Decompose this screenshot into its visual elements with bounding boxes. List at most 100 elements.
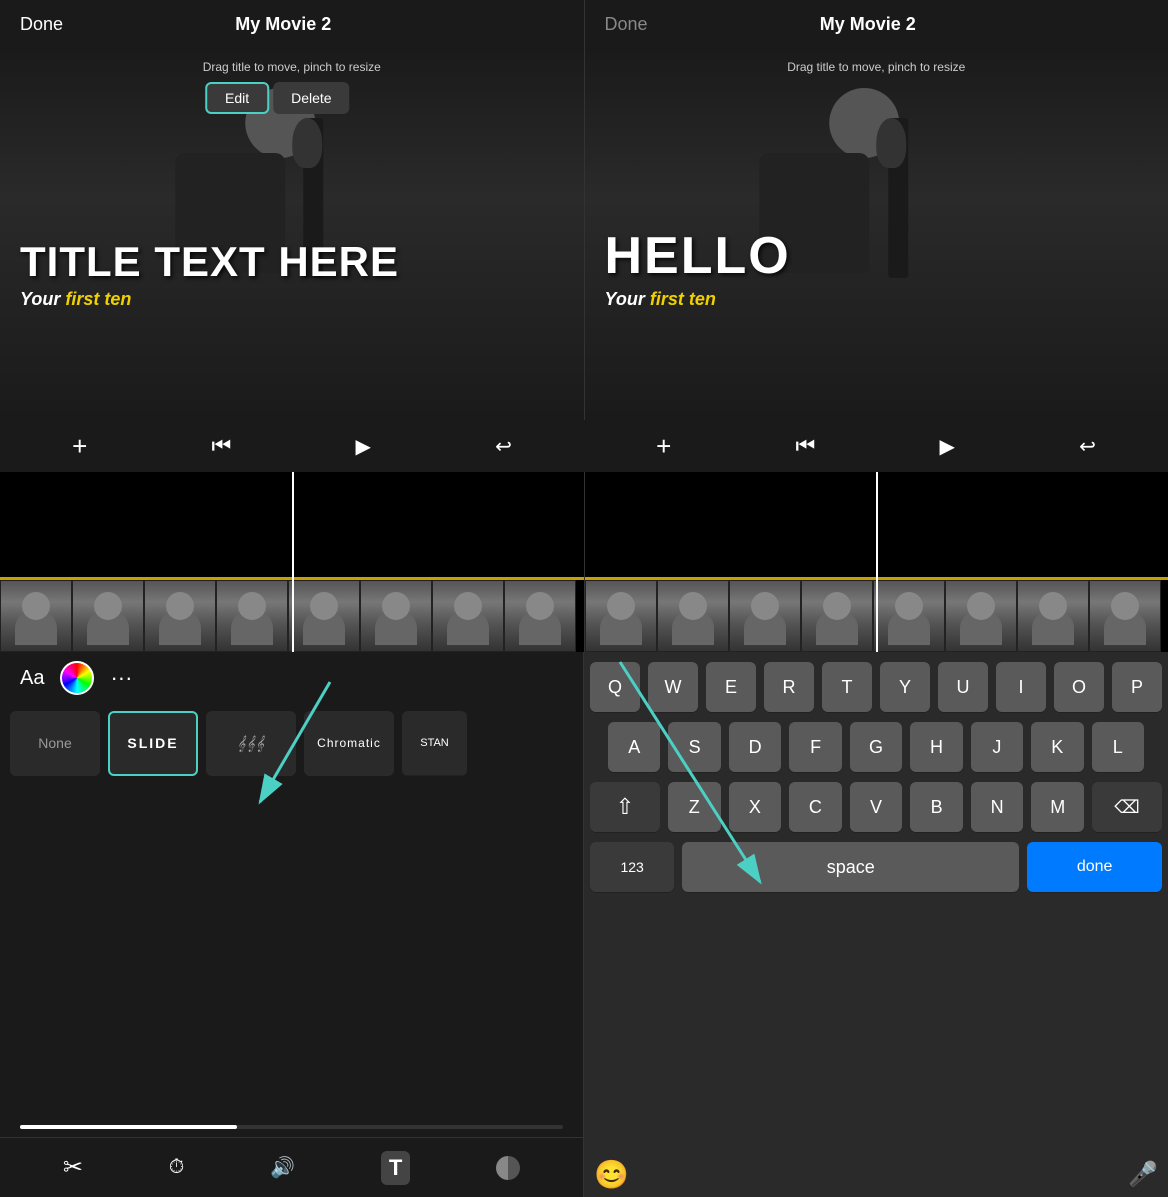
key-B[interactable]: B <box>910 782 963 832</box>
bottom-toolbar: ✂ ⏱ 🔊 T <box>0 1137 583 1197</box>
preset-slide-label: SLIDE <box>127 735 178 751</box>
done-key[interactable]: done <box>1027 842 1162 892</box>
preset-slide[interactable]: SLIDE <box>108 711 198 776</box>
keyboard-bottom-row: 😊 🎤 <box>584 1152 1168 1197</box>
right-video-panel: Done My Movie 2 Drag title to move, pinc… <box>585 0 1168 420</box>
delete-title-button[interactable]: Delete <box>273 82 349 114</box>
preset-wave[interactable]: 𝄞𝄞𝄞 <box>206 711 296 776</box>
key-T[interactable]: T <box>822 662 872 712</box>
left-done-button[interactable]: Done <box>20 14 63 35</box>
key-P[interactable]: P <box>1112 662 1162 712</box>
shift-key[interactable]: ⇧ <box>590 782 660 832</box>
title-icon: T <box>389 1155 402 1181</box>
preset-chromatic[interactable]: Chromatic <box>304 711 394 776</box>
key-U[interactable]: U <box>938 662 988 712</box>
key-J[interactable]: J <box>971 722 1023 772</box>
left-timeline <box>0 472 585 652</box>
numbers-key-label: 123 <box>620 859 643 875</box>
left-undo-button[interactable]: ↩ <box>485 430 522 463</box>
film-frame-4 <box>216 580 288 652</box>
film-frame-r3 <box>729 580 801 652</box>
microphone-button[interactable]: 🎤 <box>1128 1160 1158 1189</box>
keyboard-container: Q W E R T Y U I O P A S D F G H J K <box>584 652 1168 1152</box>
progress-bar-fill <box>20 1125 237 1129</box>
key-N[interactable]: N <box>971 782 1024 832</box>
left-playhead <box>292 472 294 652</box>
preset-wave-label: 𝄞𝄞𝄞 <box>237 735 265 752</box>
right-undo-button[interactable]: ↩ <box>1069 430 1106 463</box>
film-frame-7 <box>432 580 504 652</box>
preset-stan[interactable]: STAN <box>402 711 467 776</box>
speed-icon: ⏱ <box>169 1156 185 1179</box>
left-title-sub: Your first ten <box>20 289 564 310</box>
right-title-sub: Your first ten <box>605 289 1149 310</box>
key-R[interactable]: R <box>764 662 814 712</box>
key-C[interactable]: C <box>789 782 842 832</box>
key-F[interactable]: F <box>789 722 841 772</box>
progress-bar <box>20 1125 563 1129</box>
backspace-key[interactable]: ⌫ <box>1092 782 1162 832</box>
controls-bar: + ⏮ ▶ ↩ + ⏮ ▶ ↩ <box>0 420 1168 472</box>
right-rewind-button[interactable]: ⏮ <box>785 429 825 463</box>
key-M[interactable]: M <box>1031 782 1084 832</box>
space-key[interactable]: space <box>682 842 1019 892</box>
right-controls: + ⏮ ▶ ↩ <box>584 420 1168 472</box>
film-frame-r8 <box>1089 580 1161 652</box>
font-controls-row: Aa ··· <box>0 652 583 704</box>
key-V[interactable]: V <box>850 782 903 832</box>
key-W[interactable]: W <box>648 662 698 712</box>
film-frame-r6 <box>945 580 1017 652</box>
emoji-button[interactable]: 😊 <box>594 1158 629 1191</box>
right-play-button[interactable]: ▶ <box>930 430 965 463</box>
left-video-panel: Done My Movie 2 Drag title to move, pinc… <box>0 0 585 420</box>
film-frame-r1 <box>585 580 657 652</box>
key-X[interactable]: X <box>729 782 782 832</box>
edit-title-button[interactable]: Edit <box>205 82 269 114</box>
key-E[interactable]: E <box>706 662 756 712</box>
right-done-button[interactable]: Done <box>605 14 648 35</box>
key-O[interactable]: O <box>1054 662 1104 712</box>
left-add-button[interactable]: + <box>62 427 97 466</box>
left-panel-title: My Movie 2 <box>235 14 331 35</box>
scissors-icon: ✂ <box>63 1153 83 1182</box>
preset-none[interactable]: None <box>10 711 100 776</box>
key-Y[interactable]: Y <box>880 662 930 712</box>
film-frame-r7 <box>1017 580 1089 652</box>
preset-wave-box: 𝄞𝄞𝄞 <box>206 711 296 776</box>
filter-button[interactable] <box>496 1156 520 1180</box>
film-frame-r4 <box>801 580 873 652</box>
right-title-main[interactable]: HELLO <box>605 228 1149 285</box>
key-A[interactable]: A <box>608 722 660 772</box>
title-button[interactable]: T <box>381 1151 410 1185</box>
left-rewind-button[interactable]: ⏮ <box>201 429 241 463</box>
key-D[interactable]: D <box>729 722 781 772</box>
timeline-area <box>0 472 1168 652</box>
color-wheel-button[interactable] <box>60 661 94 695</box>
preset-slide-box: SLIDE <box>108 711 198 776</box>
right-sub-highlight: first ten <box>650 289 716 309</box>
more-options-button[interactable]: ··· <box>110 665 132 691</box>
key-L[interactable]: L <box>1092 722 1144 772</box>
left-title-main[interactable]: TITLE TEXT HERE <box>20 239 564 285</box>
key-S[interactable]: S <box>668 722 720 772</box>
right-add-button[interactable]: + <box>646 427 681 466</box>
speed-button[interactable]: ⏱ <box>169 1156 185 1179</box>
key-Q[interactable]: Q <box>590 662 640 712</box>
volume-button[interactable]: 🔊 <box>270 1155 295 1180</box>
font-aa-label[interactable]: Aa <box>20 667 44 690</box>
preset-chromatic-box: Chromatic <box>304 711 394 776</box>
key-K[interactable]: K <box>1031 722 1083 772</box>
key-G[interactable]: G <box>850 722 902 772</box>
scissors-button[interactable]: ✂ <box>63 1153 83 1182</box>
key-I[interactable]: I <box>996 662 1046 712</box>
filter-icon <box>496 1156 520 1180</box>
film-frame-1 <box>0 580 72 652</box>
right-panel-header: Done My Movie 2 <box>585 0 1168 48</box>
film-frame-3 <box>144 580 216 652</box>
left-play-button[interactable]: ▶ <box>346 430 381 463</box>
key-H[interactable]: H <box>910 722 962 772</box>
numbers-key[interactable]: 123 <box>590 842 674 892</box>
right-title-overlay: HELLO Your first ten <box>605 228 1149 310</box>
key-Z[interactable]: Z <box>668 782 721 832</box>
film-frame-8 <box>504 580 576 652</box>
